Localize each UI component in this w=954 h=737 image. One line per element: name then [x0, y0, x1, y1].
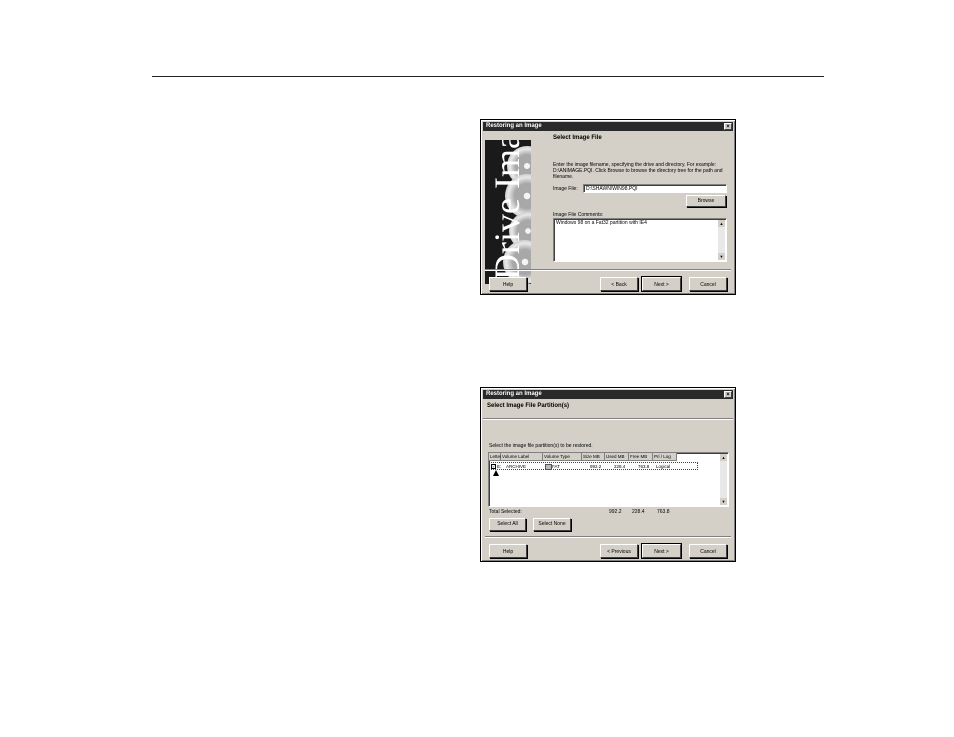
comments-scrollbar[interactable]: ▲ ▼ — [718, 220, 725, 260]
previous-button[interactable]: < Previous — [600, 544, 638, 558]
button-separator — [485, 269, 731, 271]
image-file-label: Image File: — [553, 186, 578, 192]
image-comments-value: Windows 98 on a Fat32 partition with IE4 — [556, 220, 647, 226]
cell-volume-type: FAT — [552, 464, 560, 469]
image-comments-textarea[interactable]: Windows 98 on a Fat32 partition with IE4… — [553, 218, 727, 262]
column-header[interactable]: Free MB — [629, 453, 653, 461]
close-icon[interactable]: × — [724, 391, 732, 398]
column-header[interactable]: Used MB — [605, 453, 629, 461]
browse-button[interactable]: Browse — [686, 195, 726, 207]
column-header[interactable]: Size MB — [582, 453, 605, 461]
cell-used-mb: 228.4 — [614, 464, 626, 469]
total-size-mb: 992.2 — [609, 509, 622, 515]
image-file-input[interactable]: D:\SHAWN\WIN98.PQI — [583, 184, 727, 193]
cell-free-mb: 763.8 — [638, 464, 650, 469]
cell-letter: E: — [497, 464, 502, 469]
next-button[interactable]: Next > — [641, 276, 682, 292]
help-button[interactable]: Help — [489, 277, 527, 291]
column-header[interactable]: Volume Label — [501, 453, 543, 461]
help-button[interactable]: Help — [489, 544, 527, 558]
scroll-up-arrow-icon[interactable]: ▲ — [718, 220, 725, 227]
total-free-mb: 763.8 — [657, 509, 670, 515]
scroll-down-arrow-icon[interactable]: ▼ — [720, 498, 727, 505]
close-icon[interactable]: × — [724, 123, 732, 130]
scroll-down-arrow-icon[interactable]: ▼ — [718, 253, 725, 260]
cell-size-mb: 992.2 — [590, 464, 602, 469]
select-none-button[interactable]: Select None — [533, 518, 571, 531]
page-heading: Select Image File Partition(s) — [487, 403, 570, 409]
drive-image-banner: Drive Image — [485, 140, 531, 284]
column-header[interactable]: Pri / Log — [653, 453, 677, 461]
row-checkbox[interactable]: ✓ — [491, 464, 496, 469]
drive-icon — [545, 464, 552, 470]
cell-volume-label: ARCHIVE — [506, 464, 527, 469]
partition-list[interactable]: Letter Volume Label Volume Type Size MB … — [488, 452, 729, 507]
dialog-title: Restoring an Image — [486, 123, 542, 129]
dialog-title-bar: Restoring an Image × — [483, 390, 733, 399]
cancel-button[interactable]: Cancel — [689, 277, 727, 291]
cancel-button[interactable]: Cancel — [689, 544, 727, 558]
banner-logo-text: Drive Image — [487, 140, 527, 280]
select-image-file-dialog: Restoring an Image × Drive Image Select … — [480, 119, 736, 295]
column-header[interactable]: Letter — [489, 453, 502, 461]
cell-pri-log: Logical — [656, 464, 671, 469]
total-used-mb: 228.4 — [632, 509, 645, 515]
select-partitions-dialog: Restoring an Image × Select Image File P… — [480, 387, 736, 562]
page-divider-line — [152, 76, 824, 77]
image-file-value: D:\SHAWN\WIN98.PQI — [586, 186, 638, 192]
total-selected-label: Total Selected: — [489, 509, 522, 515]
instructions-text: filename. — [553, 174, 574, 180]
table-row[interactable]: ✓ E: ARCHIVE FAT 992.2 228.4 763.8 Logic… — [489, 462, 698, 470]
dialog-title: Restoring an Image — [486, 391, 542, 397]
page-heading: Select Image File — [553, 135, 602, 141]
scroll-up-arrow-icon[interactable]: ▲ — [720, 454, 727, 461]
column-header[interactable]: Volume Type — [543, 453, 582, 461]
select-all-button[interactable]: Select All — [489, 518, 526, 531]
back-button[interactable]: < Back — [600, 277, 638, 291]
mouse-cursor-icon — [493, 470, 499, 476]
instructions-text: D:\ANIMAGE.PQI. Click Browse to browse t… — [553, 168, 723, 174]
button-separator — [485, 536, 731, 538]
header-separator — [483, 418, 733, 420]
partition-list-scrollbar[interactable]: ▲ ▼ — [720, 454, 727, 505]
dialog-title-bar: Restoring an Image × — [483, 122, 733, 131]
next-button[interactable]: Next > — [641, 543, 682, 559]
instructions-text: Select the image file partition(s) to be… — [489, 443, 593, 449]
